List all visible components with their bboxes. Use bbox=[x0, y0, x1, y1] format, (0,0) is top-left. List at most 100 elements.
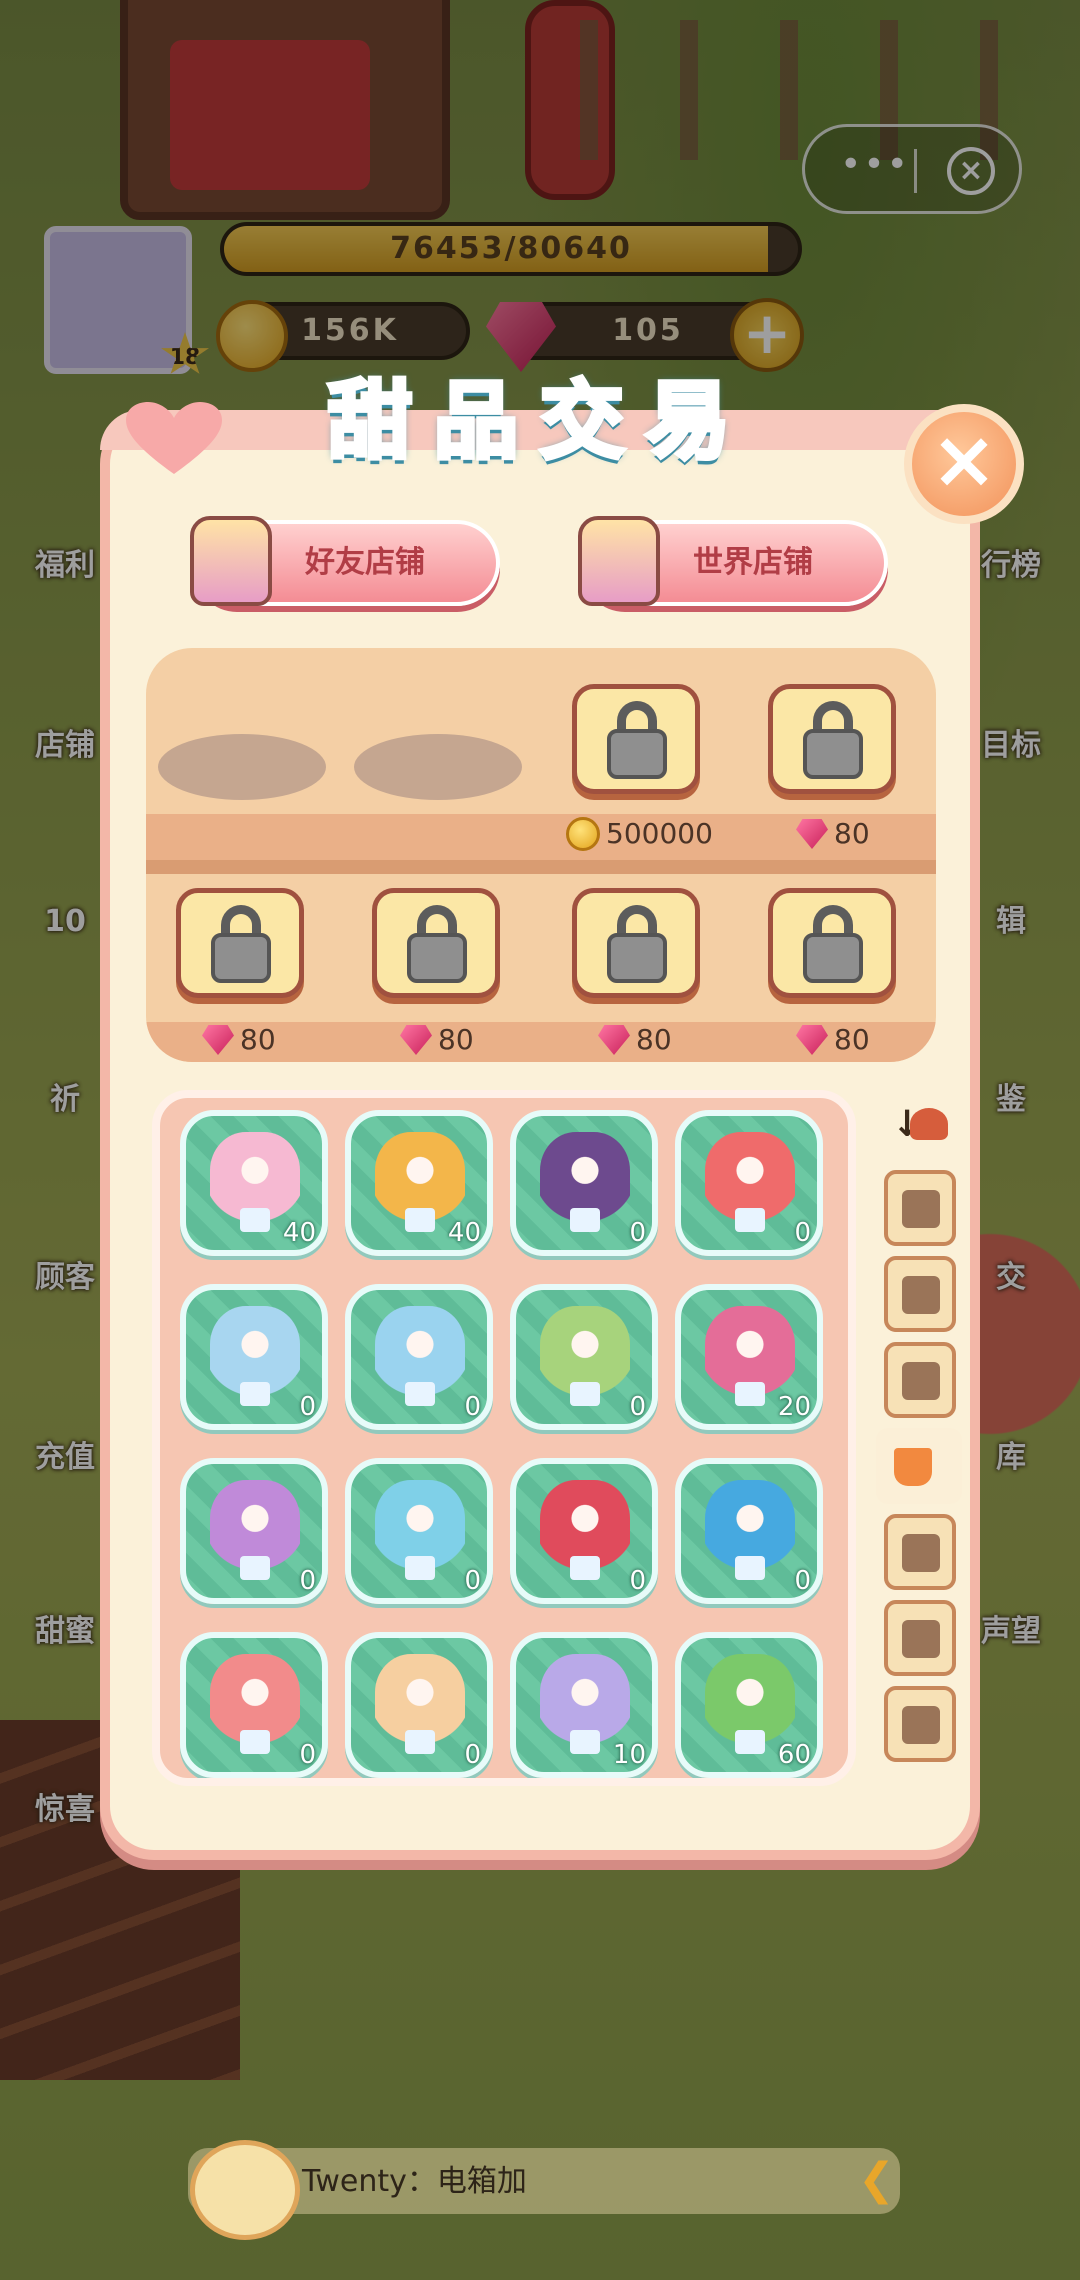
item-count: 0 bbox=[464, 1566, 481, 1596]
glass-base bbox=[735, 1730, 765, 1754]
world-shop-icon bbox=[578, 516, 660, 606]
icecream-icon bbox=[902, 1534, 940, 1572]
lock-body bbox=[407, 933, 467, 983]
dessert-icon bbox=[375, 1132, 465, 1232]
tab-icecream[interactable] bbox=[884, 1514, 956, 1590]
price-value: 80 bbox=[438, 1023, 474, 1056]
tab-slice[interactable] bbox=[884, 1256, 956, 1332]
locked-slot[interactable] bbox=[572, 888, 700, 998]
gem-icon bbox=[598, 1025, 630, 1055]
dessert-item[interactable]: 0 bbox=[510, 1110, 658, 1256]
glass-base bbox=[405, 1382, 435, 1406]
tab-drinks[interactable] bbox=[876, 1428, 962, 1504]
dessert-item[interactable]: 60 bbox=[675, 1632, 823, 1778]
dessert-icon bbox=[210, 1654, 300, 1754]
glass-base bbox=[240, 1556, 270, 1580]
tab-cakes[interactable] bbox=[884, 1170, 956, 1246]
dessert-item[interactable]: 0 bbox=[180, 1458, 328, 1604]
glass-base bbox=[570, 1556, 600, 1580]
locked-slot[interactable] bbox=[176, 888, 304, 998]
locked-slot[interactable] bbox=[372, 888, 500, 998]
unlock-price: 80 bbox=[598, 1022, 758, 1058]
world-shop-label: 世界店铺 bbox=[693, 545, 813, 580]
dessert-icon bbox=[705, 1654, 795, 1754]
empty-trade-slot[interactable] bbox=[158, 734, 326, 800]
glass-base bbox=[735, 1208, 765, 1232]
dessert-item[interactable]: 10 bbox=[510, 1632, 658, 1778]
dialog-title: 甜品交易 bbox=[325, 370, 752, 473]
close-button[interactable]: × bbox=[904, 404, 1024, 524]
glass-base bbox=[240, 1730, 270, 1754]
unlock-price: 80 bbox=[796, 816, 936, 852]
dessert-item[interactable]: 40 bbox=[345, 1110, 493, 1256]
glass-base bbox=[735, 1382, 765, 1406]
locked-slot[interactable] bbox=[768, 888, 896, 998]
tab-cookie[interactable] bbox=[884, 1686, 956, 1762]
chat-message: Twenty：电箱加 bbox=[302, 2164, 527, 2199]
item-count: 0 bbox=[299, 1392, 316, 1422]
item-count: 0 bbox=[299, 1740, 316, 1770]
glass-base bbox=[570, 1730, 600, 1754]
dessert-item[interactable]: 0 bbox=[510, 1284, 658, 1430]
dessert-icon bbox=[540, 1132, 630, 1232]
item-count: 0 bbox=[629, 1566, 646, 1596]
item-count: 0 bbox=[629, 1392, 646, 1422]
item-count: 20 bbox=[777, 1392, 811, 1422]
category-tabs: ↓ bbox=[876, 1096, 976, 1776]
item-count: 0 bbox=[794, 1218, 811, 1248]
gem-icon bbox=[400, 1025, 432, 1055]
lock-body bbox=[211, 933, 271, 983]
gem-icon bbox=[202, 1025, 234, 1055]
empty-trade-slot[interactable] bbox=[354, 734, 522, 800]
price-value: 80 bbox=[636, 1023, 672, 1056]
locked-slot[interactable] bbox=[572, 684, 700, 794]
dessert-icon bbox=[540, 1654, 630, 1754]
drinks-icon bbox=[894, 1448, 932, 1486]
item-count: 0 bbox=[464, 1740, 481, 1770]
dessert-icon bbox=[375, 1480, 465, 1580]
lock-body bbox=[607, 729, 667, 779]
locked-slot[interactable] bbox=[768, 684, 896, 794]
gem-icon bbox=[796, 819, 828, 849]
glass-base bbox=[570, 1208, 600, 1232]
unlock-price: 80 bbox=[796, 1022, 936, 1058]
trade-shelf: 500000 80 80 80 80 80 bbox=[146, 648, 936, 1062]
unlock-price: 80 bbox=[202, 1022, 362, 1058]
glass-base bbox=[405, 1730, 435, 1754]
lock-body bbox=[803, 729, 863, 779]
item-count: 0 bbox=[299, 1566, 316, 1596]
cookie-icon bbox=[902, 1706, 940, 1744]
tab-bread[interactable] bbox=[884, 1342, 956, 1418]
item-count: 0 bbox=[794, 1566, 811, 1596]
dessert-icon bbox=[375, 1306, 465, 1406]
dessert-item[interactable]: 20 bbox=[675, 1284, 823, 1430]
world-shop-button[interactable]: 世界店铺 bbox=[578, 516, 888, 606]
friend-shop-label: 好友店铺 bbox=[305, 545, 425, 580]
glass-base bbox=[405, 1208, 435, 1232]
dessert-inventory: 40 40 0 0 0 0 0 20 0 0 0 0 0 0 10 60 bbox=[152, 1090, 856, 1786]
dessert-item[interactable]: 0 bbox=[180, 1632, 328, 1778]
dessert-item[interactable]: 0 bbox=[345, 1458, 493, 1604]
dessert-item[interactable]: 0 bbox=[345, 1632, 493, 1778]
item-count: 0 bbox=[629, 1218, 646, 1248]
dessert-item[interactable]: 0 bbox=[675, 1110, 823, 1256]
chat-icon[interactable] bbox=[190, 2140, 300, 2240]
bread-icon bbox=[902, 1362, 940, 1400]
dessert-icon bbox=[210, 1480, 300, 1580]
dessert-item[interactable]: 0 bbox=[345, 1284, 493, 1430]
friend-shop-button[interactable]: 好友店铺 bbox=[190, 516, 500, 606]
dessert-item[interactable]: 40 bbox=[180, 1110, 328, 1256]
dessert-item[interactable]: 0 bbox=[510, 1458, 658, 1604]
dessert-icon bbox=[540, 1306, 630, 1406]
slice-icon bbox=[902, 1276, 940, 1314]
tab-toast[interactable] bbox=[884, 1600, 956, 1676]
sort-button[interactable]: ↓ bbox=[892, 1104, 952, 1154]
dessert-icon bbox=[210, 1132, 300, 1232]
dessert-item[interactable]: 0 bbox=[675, 1458, 823, 1604]
glass-base bbox=[240, 1382, 270, 1406]
glass-base bbox=[735, 1556, 765, 1580]
item-count: 10 bbox=[612, 1740, 646, 1770]
chevron-left-icon[interactable]: ❮ bbox=[858, 2156, 895, 2204]
price-value: 500000 bbox=[606, 817, 713, 850]
dessert-item[interactable]: 0 bbox=[180, 1284, 328, 1430]
